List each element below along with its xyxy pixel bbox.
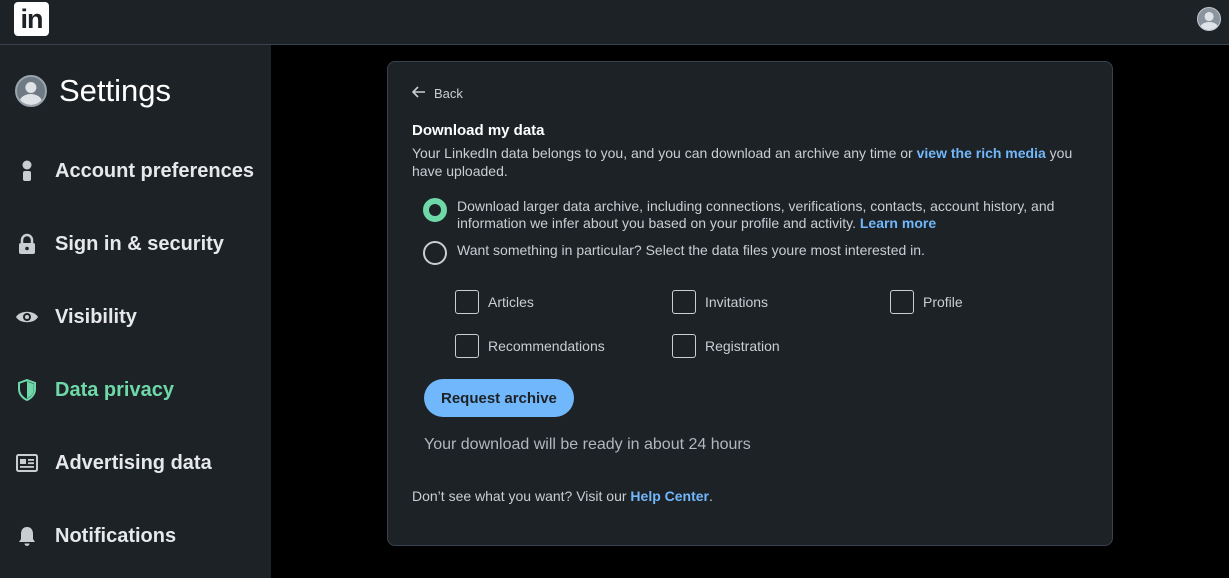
sidebar-item-account-preferences[interactable]: Account preferences	[15, 154, 254, 188]
articles-checkbox[interactable]	[455, 290, 479, 314]
help-text-end: .	[709, 488, 713, 504]
help-text: Don’t see what you want? Visit our	[412, 488, 631, 504]
back-label: Back	[434, 86, 463, 101]
person-icon	[15, 159, 39, 183]
bell-icon	[15, 524, 39, 548]
ready-status-text: Your download will be ready in about 24 …	[424, 436, 751, 453]
sidebar-item-label: Visibility	[55, 305, 137, 328]
help-center-link[interactable]: Help Center	[630, 488, 709, 504]
checkbox-label: Recommendations	[488, 338, 605, 354]
sidebar-item-label: Notifications	[55, 524, 177, 547]
recommendations-checkbox[interactable]	[455, 334, 479, 358]
checkbox-label: Profile	[923, 294, 963, 310]
full-archive-text: Download larger data archive, including …	[457, 198, 1055, 231]
checkbox-articles[interactable]: Articles	[455, 290, 534, 314]
top-bar: in	[0, 0, 1229, 45]
learn-more-link[interactable]: Learn more	[860, 215, 936, 231]
particular-files-label: Want something in particular? Select the…	[457, 242, 925, 258]
view-rich-media-link[interactable]: view the rich media	[917, 145, 1046, 161]
profile-checkbox[interactable]	[890, 290, 914, 314]
linkedin-logo[interactable]: in	[14, 2, 49, 36]
settings-sidebar: Settings Account preferences Sign in & s…	[0, 45, 271, 578]
option-particular-files[interactable]: Want something in particular? Select the…	[423, 241, 1067, 265]
checkbox-label: Invitations	[705, 294, 769, 310]
registration-checkbox[interactable]	[672, 334, 696, 358]
checkbox-profile[interactable]: Profile	[890, 290, 963, 314]
sidebar-item-label: Advertising data	[55, 451, 212, 474]
sidebar-item-sign-in-security[interactable]: Sign in & security	[15, 227, 224, 261]
back-button[interactable]: Back	[411, 86, 463, 101]
checkbox-invitations[interactable]: Invitations	[672, 290, 768, 314]
particular-files-radio[interactable]	[423, 241, 447, 265]
checkbox-label: Articles	[488, 294, 534, 310]
eye-icon	[15, 305, 39, 329]
newspaper-icon	[15, 451, 39, 475]
section-heading: Download my data	[412, 122, 545, 139]
section-description: Your LinkedIn data belongs to you, and y…	[412, 144, 1092, 180]
profile-avatar[interactable]	[1197, 7, 1221, 31]
full-archive-label: Download larger data archive, including …	[457, 198, 1067, 232]
checkbox-registration[interactable]: Registration	[672, 334, 780, 358]
option-full-archive[interactable]: Download larger data archive, including …	[423, 198, 1067, 232]
checkbox-recommendations[interactable]: Recommendations	[455, 334, 605, 358]
avatar	[15, 75, 47, 107]
sidebar-item-advertising-data[interactable]: Advertising data	[15, 446, 212, 480]
checkbox-label: Registration	[705, 338, 780, 354]
download-data-card: Back Download my data Your LinkedIn data…	[387, 61, 1113, 546]
help-footer: Don’t see what you want? Visit our Help …	[412, 488, 713, 504]
lock-icon	[15, 232, 39, 256]
request-archive-button[interactable]: Request archive	[424, 379, 574, 417]
page-title: Settings	[59, 73, 172, 108]
arrow-left-icon	[411, 86, 426, 101]
sidebar-item-data-privacy[interactable]: Data privacy	[15, 373, 174, 407]
settings-header: Settings	[15, 73, 171, 109]
shield-icon	[15, 378, 39, 402]
sidebar-item-label: Account preferences	[55, 159, 254, 182]
sidebar-item-notifications[interactable]: Notifications	[15, 519, 176, 553]
sidebar-item-label: Data privacy	[55, 378, 174, 401]
description-text: Your LinkedIn data belongs to you, and y…	[412, 145, 917, 161]
full-archive-radio[interactable]	[423, 198, 447, 222]
sidebar-item-visibility[interactable]: Visibility	[15, 300, 137, 334]
sidebar-item-label: Sign in & security	[55, 232, 224, 255]
invitations-checkbox[interactable]	[672, 290, 696, 314]
